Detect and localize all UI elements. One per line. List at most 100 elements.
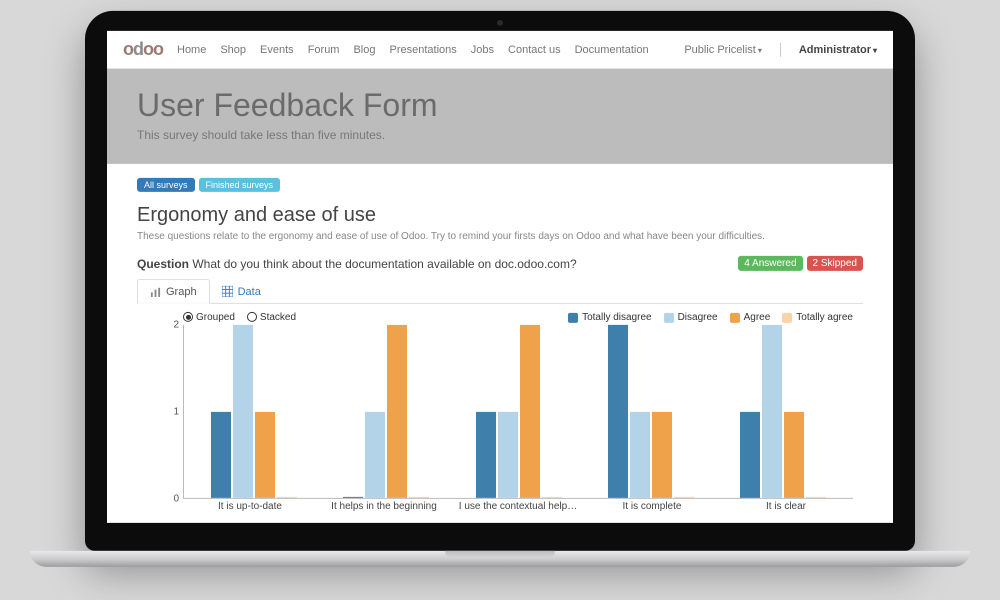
swatch-icon: [730, 312, 740, 322]
bar: [806, 497, 826, 498]
camera-dot: [497, 20, 503, 26]
y-tick: 2: [173, 319, 179, 330]
filter-finished-surveys[interactable]: Finished surveys: [199, 178, 281, 192]
screen-bezel: odoo Home Shop Events Forum Blog Present…: [85, 11, 915, 551]
top-nav: odoo Home Shop Events Forum Blog Present…: [107, 31, 893, 69]
toggle-stacked-label: Stacked: [260, 312, 296, 323]
bar: [387, 325, 407, 498]
table-icon: [222, 286, 233, 297]
bar-group: [452, 325, 584, 498]
page-title: User Feedback Form: [137, 87, 863, 124]
brand-logo[interactable]: odoo: [123, 39, 163, 60]
bar: [498, 411, 518, 498]
bar: [652, 411, 672, 498]
bar: [343, 497, 363, 498]
bar: [740, 411, 760, 498]
view-tabs: Graph Data: [137, 279, 863, 304]
bar-group: [717, 325, 849, 498]
bar: [784, 411, 804, 498]
bar: [255, 411, 275, 498]
legend-totally-disagree: Totally disagree: [568, 312, 651, 323]
x-tick-label: It is up-to-date: [183, 501, 317, 512]
bar: [211, 411, 231, 498]
bar: [233, 325, 253, 498]
page-hero: User Feedback Form This survey should ta…: [107, 69, 893, 164]
app-viewport: odoo Home Shop Events Forum Blog Present…: [107, 31, 893, 523]
question-body: What do you think about the documentatio…: [192, 256, 576, 270]
toggle-grouped-label: Grouped: [196, 312, 235, 323]
bar-group: [320, 325, 452, 498]
tab-data[interactable]: Data: [210, 279, 273, 303]
main-content: All surveys Finished surveys Ergonomy an…: [107, 164, 893, 512]
x-axis-labels: It is up-to-dateIt helps in the beginnin…: [137, 499, 863, 512]
caret-down-icon: ▾: [873, 45, 877, 54]
x-tick-label: I use the contextual help…: [451, 501, 585, 512]
bar: [476, 411, 496, 498]
legend-label: Disagree: [678, 312, 718, 323]
nav-jobs[interactable]: Jobs: [471, 43, 494, 55]
nav-documentation[interactable]: Documentation: [575, 43, 649, 55]
nav-pricelist-label: Public Pricelist: [684, 43, 756, 55]
nav-home[interactable]: Home: [177, 43, 206, 55]
laptop-mockup: odoo Home Shop Events Forum Blog Present…: [85, 11, 915, 567]
x-tick-label: It is complete: [585, 501, 719, 512]
y-axis: 0 1 2: [167, 325, 183, 499]
bar-chart-icon: [150, 286, 161, 297]
nav-shop[interactable]: Shop: [220, 43, 246, 55]
bar: [542, 497, 562, 498]
plot: [183, 325, 853, 499]
y-tick: 1: [173, 406, 179, 417]
y-tick: 0: [173, 493, 179, 504]
nav-presentations[interactable]: Presentations: [390, 43, 457, 55]
bar: [365, 411, 385, 498]
page-subtitle: This survey should take less than five m…: [137, 128, 863, 142]
bar: [409, 497, 429, 498]
bar-group: [188, 325, 320, 498]
layout-toggle: Grouped Stacked: [183, 312, 296, 323]
tab-graph-label: Graph: [166, 286, 197, 298]
question-label: Question: [137, 256, 189, 270]
x-tick-label: It helps in the beginning: [317, 501, 451, 512]
radio-empty-icon: [247, 312, 257, 322]
x-tick-label: It is clear: [719, 501, 853, 512]
section-description: These questions relate to the ergonomy a…: [137, 231, 863, 242]
nav-admin[interactable]: Administrator▾: [799, 43, 877, 55]
laptop-base: [30, 551, 970, 567]
legend-label: Totally disagree: [582, 312, 651, 323]
legend-totally-agree: Totally agree: [782, 312, 853, 323]
legend-agree: Agree: [730, 312, 771, 323]
bar: [674, 497, 694, 498]
legend-label: Agree: [744, 312, 771, 323]
nav-contact[interactable]: Contact us: [508, 43, 561, 55]
legend-label: Totally agree: [796, 312, 853, 323]
toggle-stacked[interactable]: Stacked: [247, 312, 296, 323]
question-text: Question What do you think about the doc…: [137, 256, 577, 270]
toggle-grouped[interactable]: Grouped: [183, 312, 235, 323]
section-title: Ergonomy and ease of use: [137, 204, 863, 227]
nav-separator: [780, 42, 781, 56]
bar: [277, 497, 297, 498]
bar: [630, 411, 650, 498]
bar: [762, 325, 782, 498]
survey-filter-pills: All surveys Finished surveys: [137, 178, 863, 192]
swatch-icon: [568, 312, 578, 322]
filter-all-surveys[interactable]: All surveys: [137, 178, 195, 192]
nav-pricelist[interactable]: Public Pricelist▾: [684, 43, 762, 55]
swatch-icon: [664, 312, 674, 322]
chart-header: Grouped Stacked Totally disagree Disagre…: [137, 312, 863, 325]
radio-filled-icon: [183, 312, 193, 322]
chart-legend: Totally disagree Disagree Agree Totally …: [568, 312, 853, 323]
nav-blog[interactable]: Blog: [353, 43, 375, 55]
tab-graph[interactable]: Graph: [137, 279, 210, 304]
bar: [608, 325, 628, 498]
response-badges: 4 Answered 2 Skipped: [738, 256, 863, 271]
legend-disagree: Disagree: [664, 312, 718, 323]
nav-admin-label: Administrator: [799, 43, 871, 55]
badge-answered: 4 Answered: [738, 256, 802, 271]
nav-events[interactable]: Events: [260, 43, 294, 55]
badge-skipped: 2 Skipped: [807, 256, 863, 271]
nav-forum[interactable]: Forum: [308, 43, 340, 55]
bar: [520, 325, 540, 498]
swatch-icon: [782, 312, 792, 322]
bar-group: [585, 325, 717, 498]
